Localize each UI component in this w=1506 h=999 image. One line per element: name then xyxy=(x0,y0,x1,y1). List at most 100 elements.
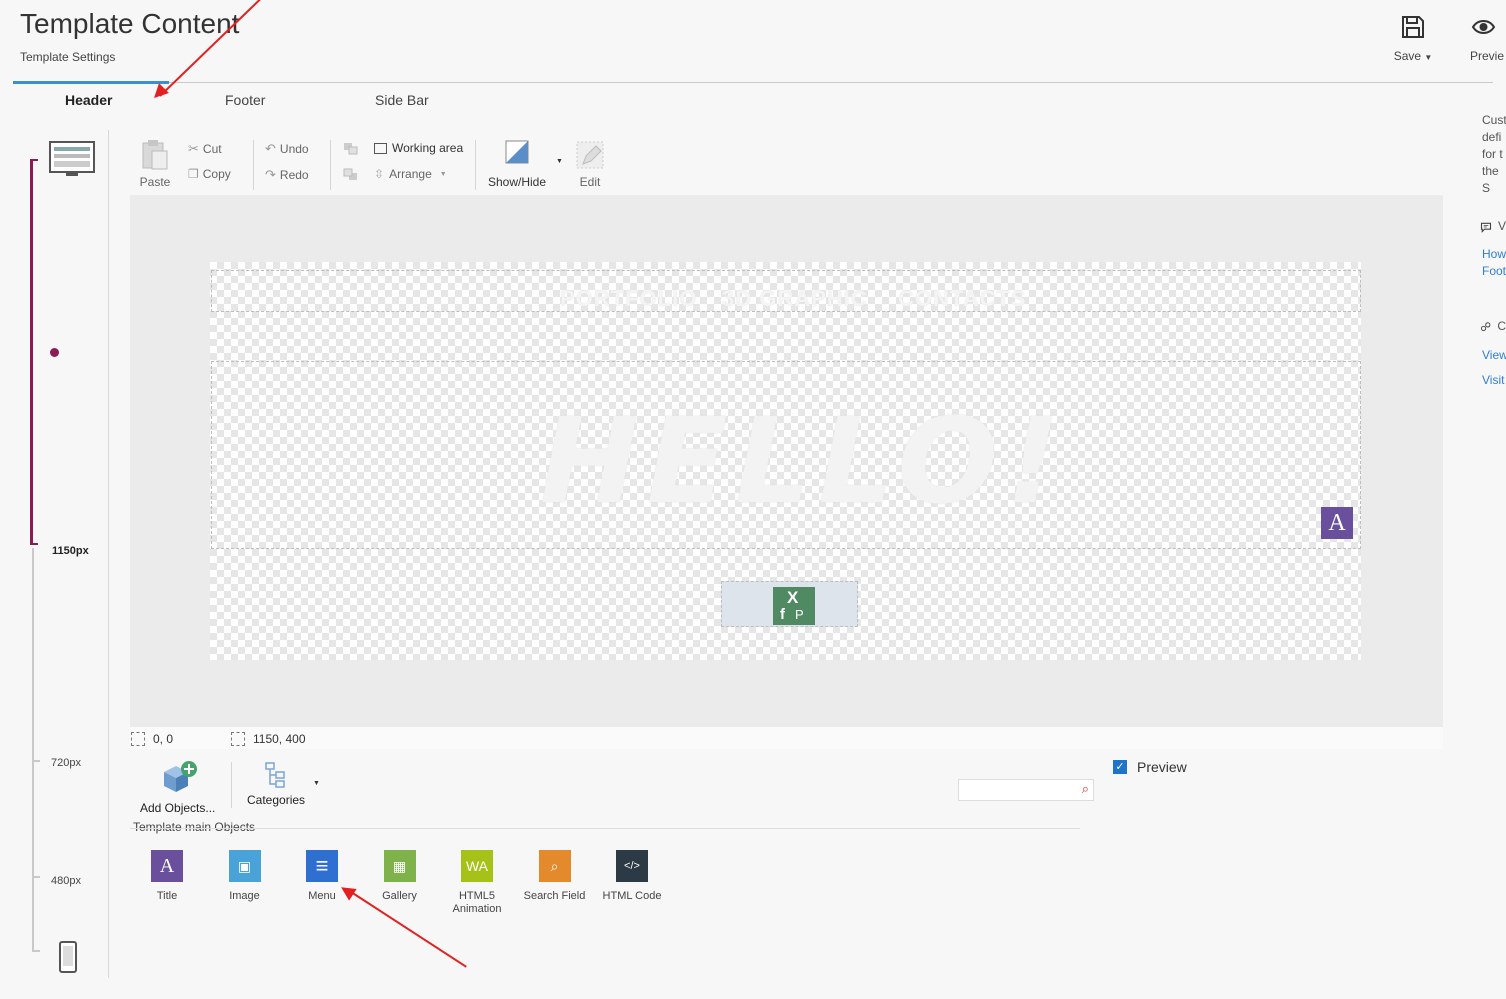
edit-button[interactable]: Edit xyxy=(575,140,605,189)
save-icon xyxy=(1402,16,1424,38)
pencil-icon xyxy=(576,141,604,169)
preview-button[interactable]: Previe xyxy=(1470,14,1506,63)
breakpoint-label-desktop[interactable]: 1150px xyxy=(52,545,89,557)
working-area-icon xyxy=(374,142,387,154)
breakpoint-rail xyxy=(32,548,34,952)
title-icon: A xyxy=(151,850,183,882)
cut-button[interactable]: ✂ Cut xyxy=(188,141,222,157)
menu-item[interactable]: 3D GRAPHIC xyxy=(722,286,868,312)
chevron-down-icon[interactable]: ▼ xyxy=(556,158,563,165)
tab-footer[interactable]: Footer xyxy=(225,92,265,108)
arrange-label: Arrange xyxy=(389,167,432,181)
show-hide-icon xyxy=(505,140,529,164)
help-section-community: C xyxy=(1480,318,1506,335)
object-label: HTML5 Animation xyxy=(452,890,502,915)
menu-icon: ≡ xyxy=(306,850,338,882)
breakpoint-tick xyxy=(32,876,40,878)
position-icon xyxy=(131,732,145,746)
code-icon: </> xyxy=(616,850,648,882)
paste-button[interactable]: Paste xyxy=(138,138,172,189)
paste-label: Paste xyxy=(139,175,171,189)
copy-button[interactable]: ❐ Copy xyxy=(188,167,231,181)
categories-button[interactable]: Categories xyxy=(247,762,305,807)
help-link[interactable]: Visit xyxy=(1482,373,1504,387)
objects-section-title: Template main Objects xyxy=(133,820,256,834)
object-html5-animation[interactable]: WA HTML5 Animation xyxy=(442,850,512,916)
title-object-badge[interactable]: A xyxy=(1321,507,1353,539)
copy-icon: ❐ xyxy=(188,167,199,181)
object-search-field[interactable]: ⌕ Search Field xyxy=(520,850,590,916)
help-section-title: V xyxy=(1497,219,1506,233)
help-panel: Cust defi for t the S xyxy=(1482,112,1506,197)
toolbar-separator xyxy=(231,762,232,808)
chevron-down-icon: ▼ xyxy=(1424,53,1433,62)
tab-header[interactable]: Header xyxy=(65,92,112,108)
cut-label: Cut xyxy=(202,142,222,156)
object-html-code[interactable]: </> HTML Code xyxy=(597,850,667,916)
breakpoint-handle[interactable] xyxy=(50,348,59,357)
hero-title-text[interactable]: HELLO! xyxy=(540,392,1068,530)
preview-label: Previe xyxy=(1470,49,1505,63)
header-divider xyxy=(13,82,1493,83)
position-readout: 0, 0 xyxy=(131,732,173,746)
rail-divider xyxy=(108,130,109,978)
save-button[interactable]: Save ▼ xyxy=(1393,14,1433,63)
object-label: Image xyxy=(229,890,260,902)
help-text-line: defi xyxy=(1482,130,1502,144)
mobile-view-icon[interactable] xyxy=(58,940,78,979)
help-text-line: Cust xyxy=(1482,113,1506,127)
clear-search-icon[interactable]: ⌕ xyxy=(1082,781,1089,797)
scissors-icon: ✂ xyxy=(188,141,199,156)
breakpoint-label-mobile[interactable]: 480px xyxy=(51,875,81,887)
object-search-field[interactable]: ⌕ xyxy=(958,779,1094,801)
breakpoint-tick xyxy=(32,760,40,762)
redo-button[interactable]: ↷ Redo xyxy=(265,167,309,183)
size-icon xyxy=(231,732,245,746)
toolbar-separator xyxy=(475,140,476,190)
help-section-video: V xyxy=(1480,218,1506,235)
menu-item[interactable]: PORTFOLIO xyxy=(560,286,697,312)
help-link[interactable]: How xyxy=(1482,247,1506,261)
breakpoint-tick xyxy=(32,950,40,952)
edit-label: Edit xyxy=(579,175,601,189)
eye-icon xyxy=(1471,20,1496,34)
categories-icon xyxy=(265,762,285,788)
menu-item[interactable]: CONTACTS xyxy=(898,286,1027,312)
object-label: Title xyxy=(156,890,178,902)
object-title[interactable]: A Title xyxy=(132,850,202,916)
object-search-input[interactable] xyxy=(963,780,1077,800)
tab-side-bar[interactable]: Side Bar xyxy=(375,92,429,108)
breakpoint-range-bar xyxy=(30,160,33,545)
checkbox-checked-icon: ✓ xyxy=(1113,760,1127,774)
object-label: Gallery xyxy=(382,890,417,902)
redo-label: Redo xyxy=(279,168,309,182)
chevron-down-icon[interactable]: ▼ xyxy=(313,780,320,787)
pinterest-icon: P xyxy=(795,607,804,622)
desktop-view-icon[interactable] xyxy=(48,140,96,183)
copy-label: Copy xyxy=(202,167,231,181)
search-icon: ⌕ xyxy=(538,850,571,882)
working-area-button[interactable]: Working area xyxy=(374,141,463,155)
show-hide-button[interactable]: Show/Hide xyxy=(486,140,548,189)
show-hide-label: Show/Hide xyxy=(487,175,547,189)
x-social-icon: X xyxy=(787,588,799,607)
clipboard-icon xyxy=(142,140,168,170)
help-link[interactable]: Foot xyxy=(1482,264,1506,278)
undo-icon: ↶ xyxy=(265,141,276,156)
social-icon[interactable]: X f P xyxy=(773,587,815,625)
object-image[interactable]: ▣ Image xyxy=(210,850,280,916)
help-link[interactable]: View xyxy=(1482,348,1506,362)
html5-animation-icon: WA xyxy=(461,850,493,882)
preview-checkbox[interactable]: ✓ Preview xyxy=(1113,759,1187,775)
breakpoint-label-tablet[interactable]: 720px xyxy=(51,757,81,769)
arrange-button[interactable]: ⇳ Arrange ▼ xyxy=(374,167,447,181)
layer-up-icon[interactable] xyxy=(343,142,359,161)
arrange-icon: ⇳ xyxy=(374,167,385,181)
layer-down-icon[interactable] xyxy=(343,168,359,187)
undo-button[interactable]: ↶ Undo xyxy=(265,141,309,157)
size-value: 1150, 400 xyxy=(253,732,306,746)
add-object-icon xyxy=(163,761,197,792)
annotation-arrowhead xyxy=(149,83,169,103)
size-readout: 1150, 400 xyxy=(231,732,306,746)
add-objects-button[interactable]: Add Objects... xyxy=(140,760,215,815)
